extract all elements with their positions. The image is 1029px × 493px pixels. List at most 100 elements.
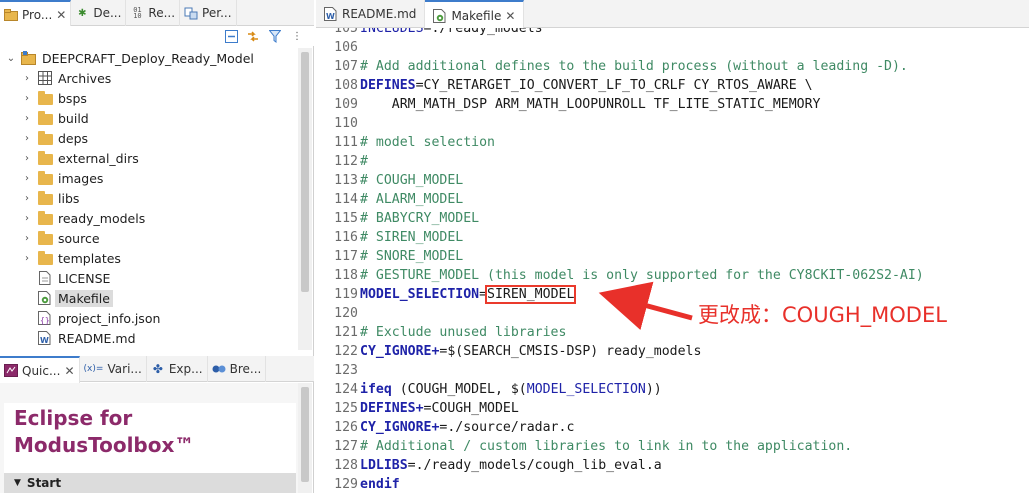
project-explorer-icon	[4, 8, 18, 22]
welcome-title: Eclipse for ModusToolbox™	[14, 405, 194, 459]
code-line[interactable]: 122 CY_IGNORE+=$(SEARCH_CMSIS-DSP) ready_…	[316, 342, 1029, 361]
line-number: 129	[334, 477, 358, 492]
code-line[interactable]: 114 # ALARM_MODEL	[316, 190, 1029, 209]
tree-item-ready-models[interactable]: › ready_models	[22, 208, 145, 228]
code-line[interactable]: 107 # Add additional defines to the build…	[316, 57, 1029, 76]
scrollbar-thumb[interactable]	[301, 52, 309, 292]
chevron-right-icon[interactable]: ›	[22, 173, 32, 184]
tab-project-explorer[interactable]: Pro... ✕	[0, 0, 72, 27]
tab-registers[interactable]: 01 10 Re...	[126, 0, 181, 26]
tree-item-label: images	[58, 170, 104, 186]
code-line[interactable]: 112 #	[316, 152, 1029, 171]
code-line[interactable]: 105 INCLUDES=./ready_models	[316, 28, 1029, 38]
editor-tabbar: W README.md Makefile ✕	[316, 0, 1029, 29]
tree-item-license[interactable]: LICENSE	[37, 268, 110, 288]
code-line[interactable]: 116 # SIREN_MODEL	[316, 228, 1029, 247]
tree-item-label: external_dirs	[58, 150, 139, 166]
tree-item-images[interactable]: › images	[22, 168, 103, 188]
tree-item-bsps[interactable]: › bsps	[22, 88, 87, 108]
tree-item-external-dirs[interactable]: › external_dirs	[22, 148, 139, 168]
tree-item-source[interactable]: › source	[22, 228, 100, 248]
tree-item-project[interactable]: ⌄ DEEPCRAFT_Deploy_Ready_Model	[6, 48, 254, 68]
highlighted-value: SIREN_MODEL	[485, 285, 577, 304]
line-number: 116	[334, 230, 358, 245]
tab-label: Re...	[148, 6, 176, 20]
quick-panel-scrollbar[interactable]	[298, 383, 312, 493]
link-editor-icon[interactable]	[246, 29, 260, 43]
close-icon[interactable]: ✕	[64, 364, 74, 378]
tree-scrollbar[interactable]	[298, 48, 312, 350]
line-content: # BABYCRY_MODEL	[360, 209, 479, 228]
code-line[interactable]: 124 ifeq (COUGH_MODEL, $(MODEL_SELECTION)…	[316, 380, 1029, 399]
project-tree: ⌄ DEEPCRAFT_Deploy_Ready_Model › Archive…	[0, 48, 296, 350]
chevron-right-icon[interactable]: ›	[22, 233, 32, 244]
chevron-right-icon[interactable]: ›	[22, 113, 32, 124]
tree-item-archives[interactable]: › Archives	[22, 68, 111, 88]
close-icon[interactable]: ✕	[56, 8, 66, 22]
start-section-header[interactable]: ▼ Start	[4, 473, 296, 493]
chevron-right-icon[interactable]: ›	[22, 253, 32, 264]
code-token: # SIREN_MODEL	[360, 230, 464, 245]
code-token: # model selection	[360, 135, 495, 150]
filter-icon[interactable]	[268, 29, 282, 43]
line-content: MODEL_SELECTION=SIREN_MODEL	[360, 285, 577, 304]
code-line[interactable]: 117 # SNORE_MODEL	[316, 247, 1029, 266]
code-line[interactable]: 110	[316, 114, 1029, 133]
welcome-title-line1: Eclipse for	[14, 406, 133, 430]
tree-item-build[interactable]: › build	[22, 108, 89, 128]
collapse-all-icon[interactable]	[224, 29, 238, 43]
code-line[interactable]: 118 # GESTURE_MODEL (this model is only s…	[316, 266, 1029, 285]
tree-item-deps[interactable]: › deps	[22, 128, 88, 148]
chevron-right-icon[interactable]: ›	[22, 213, 32, 224]
chevron-right-icon[interactable]: ›	[22, 93, 32, 104]
chevron-right-icon[interactable]: ›	[22, 153, 32, 164]
line-content: INCLUDES=./ready_models	[360, 28, 543, 38]
tab-readme[interactable]: W README.md	[316, 0, 426, 28]
code-line[interactable]: 108 DEFINES=CY_RETARGET_IO_CONVERT_LF_TO_…	[316, 76, 1029, 95]
code-line[interactable]: 106	[316, 38, 1029, 57]
tree-item-makefile[interactable]: Makefile	[37, 288, 113, 308]
tab-makefile[interactable]: Makefile ✕	[425, 0, 525, 29]
chevron-right-icon[interactable]: ›	[22, 73, 32, 84]
code-token: =$(SEARCH_CMSIS-DSP) ready_models	[439, 344, 702, 359]
code-line[interactable]: 123	[316, 361, 1029, 380]
tree-item-readme[interactable]: W README.md	[37, 328, 136, 348]
line-content: CY_IGNORE+=$(SEARCH_CMSIS-DSP) ready_mod…	[360, 342, 701, 361]
close-icon[interactable]: ✕	[505, 9, 515, 23]
chevron-right-icon[interactable]: ›	[22, 133, 32, 144]
code-line[interactable]: 126 CY_IGNORE+=./source/radar.c	[316, 418, 1029, 437]
folder-icon	[37, 250, 53, 265]
code-editor[interactable]: 105 INCLUDES=./ready_models 106 107 # Add ad…	[316, 28, 1029, 493]
tree-item-project-info[interactable]: {} project_info.json	[37, 308, 160, 328]
tab-quick-panel[interactable]: Quic... ✕	[0, 356, 80, 383]
tree-item-label: templates	[58, 250, 121, 266]
code-line[interactable]: 129 endif	[316, 475, 1029, 493]
line-number: 124	[334, 382, 358, 397]
code-token: =CY_RETARGET_IO_CONVERT_LF_TO_CRLF CY_RT…	[415, 78, 813, 93]
chevron-down-icon[interactable]: ⌄	[6, 53, 16, 64]
scrollbar-thumb[interactable]	[301, 387, 309, 482]
code-line[interactable]: 127 # Additional / custom libraries to li…	[316, 437, 1029, 456]
code-line[interactable]: 113 # COUGH_MODEL	[316, 171, 1029, 190]
tab-debug[interactable]: ✱ De...	[71, 0, 127, 26]
makefile-icon	[37, 291, 53, 305]
line-content: endif	[360, 475, 400, 493]
code-line[interactable]: 109 ARM_MATH_DSP ARM_MATH_LOOPUNROLL TF_…	[316, 95, 1029, 114]
tab-breakpoints[interactable]: Bre...	[208, 356, 267, 382]
code-token: CY_IGNORE+	[360, 344, 440, 359]
tree-item-libs[interactable]: › libs	[22, 188, 79, 208]
tree-item-templates[interactable]: › templates	[22, 248, 121, 268]
tab-peripherals[interactable]: Per...	[180, 0, 237, 26]
tab-variables[interactable]: (x)= Vari...	[80, 356, 147, 382]
code-line[interactable]: 115 # BABYCRY_MODEL	[316, 209, 1029, 228]
tree-item-label: source	[58, 230, 100, 246]
tab-label: Pro...	[22, 7, 53, 22]
code-line[interactable]: 111 # model selection	[316, 133, 1029, 152]
chevron-right-icon[interactable]: ›	[22, 193, 32, 204]
code-line[interactable]: 128 LDLIBS=./ready_models/cough_lib_eval.…	[316, 456, 1029, 475]
line-number: 118	[334, 268, 358, 283]
tab-expressions[interactable]: ✤ Exp...	[147, 356, 208, 382]
view-menu-icon[interactable]: ⋮	[290, 29, 304, 43]
code-line[interactable]: 125 DEFINES+=COUGH_MODEL	[316, 399, 1029, 418]
makefile-icon	[433, 8, 447, 23]
